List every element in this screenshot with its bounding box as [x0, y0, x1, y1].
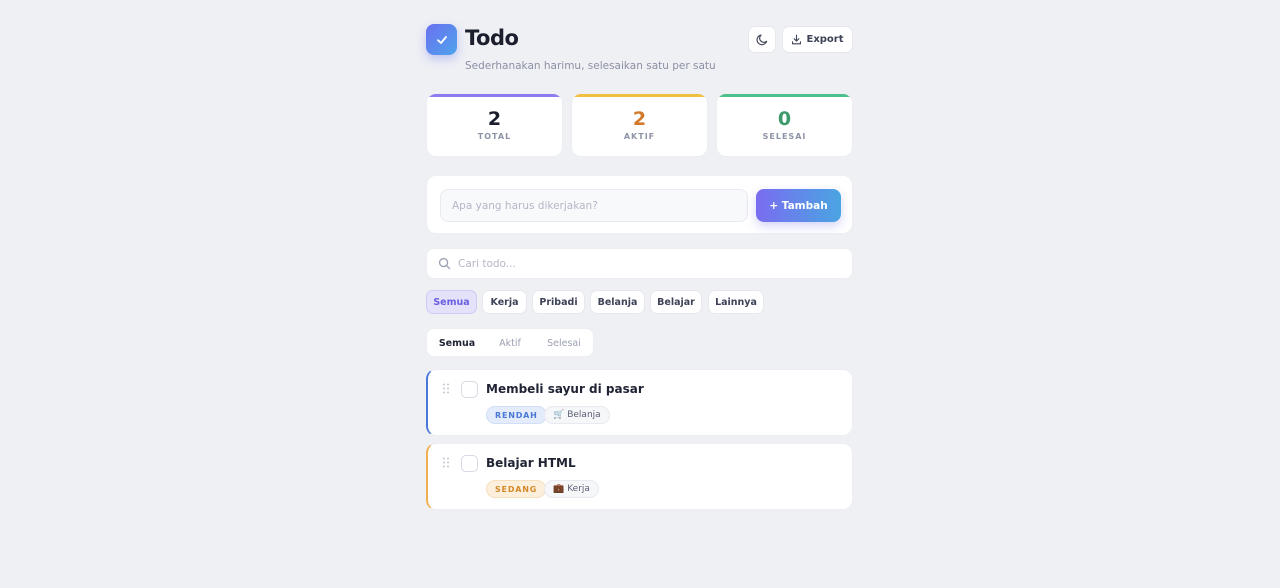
category-filter: Semua Kerja Pribadi Belanja Belajar Lain… — [426, 290, 853, 314]
stat-active: 2 AKTIF — [571, 93, 708, 157]
todo-checkbox[interactable] — [461, 381, 478, 398]
status-tabs: Semua Aktif Selesai — [426, 328, 594, 357]
category-chip-semua[interactable]: Semua — [426, 290, 477, 314]
todo-title: Membeli sayur di pasar — [486, 382, 644, 396]
category-tag: 💼 Kerja — [544, 480, 599, 498]
tab-selesai[interactable]: Selesai — [537, 332, 591, 354]
stat-total-value: 2 — [487, 108, 502, 130]
download-icon — [792, 34, 802, 45]
todo-item: Membeli sayur di pasar RENDAH 🛒 Belanja — [426, 369, 853, 436]
new-todo-input[interactable] — [440, 189, 748, 222]
stat-active-value: 2 — [632, 108, 647, 130]
category-chip-lainnya[interactable]: Lainnya — [708, 290, 764, 314]
todo-item: Belajar HTML SEDANG 💼 Kerja — [426, 443, 853, 510]
stat-done-label: SELESAI — [762, 132, 807, 141]
todo-checkbox[interactable] — [461, 455, 478, 472]
category-chip-belanja[interactable]: Belanja — [590, 290, 645, 314]
tab-aktif[interactable]: Aktif — [485, 332, 535, 354]
stat-total: 2 TOTAL — [426, 93, 563, 157]
stat-total-label: TOTAL — [477, 132, 512, 141]
page-title: Todo — [465, 26, 519, 50]
stat-active-label: AKTIF — [623, 132, 656, 141]
category-chip-belajar[interactable]: Belajar — [650, 290, 702, 314]
search-input[interactable] — [458, 249, 838, 278]
export-button[interactable]: Export — [782, 26, 853, 53]
drag-handle-icon[interactable] — [442, 457, 450, 468]
moon-icon — [755, 34, 767, 46]
category-tag: 🛒 Belanja — [544, 406, 610, 424]
export-label: Export — [806, 34, 844, 45]
search-bar — [426, 248, 853, 279]
header: Todo Sederhanakan harimu, selesaikan sat… — [426, 24, 853, 74]
add-todo-card: + Tambah — [426, 175, 853, 234]
category-chip-kerja[interactable]: Kerja — [482, 290, 527, 314]
page-subtitle: Sederhanakan harimu, selesaikan satu per… — [465, 60, 716, 72]
search-icon — [438, 257, 451, 270]
stats-row: 2 TOTAL 2 AKTIF 0 SELESAI — [426, 93, 853, 157]
stat-done: 0 SELESAI — [716, 93, 853, 157]
briefcase-icon: 💼 — [553, 484, 565, 494]
tab-semua[interactable]: Semua — [431, 332, 483, 354]
category-tag-label: Kerja — [567, 484, 590, 494]
cart-icon: 🛒 — [553, 410, 565, 420]
logo — [426, 24, 457, 55]
add-todo-button[interactable]: + Tambah — [756, 189, 841, 222]
stat-done-value: 0 — [777, 108, 792, 130]
todo-app: Todo Sederhanakan harimu, selesaikan sat… — [426, 24, 853, 510]
check-icon — [436, 35, 447, 44]
category-tag-label: Belanja — [567, 410, 601, 420]
drag-handle-icon[interactable] — [442, 383, 450, 394]
priority-badge: RENDAH — [486, 406, 547, 424]
priority-badge: SEDANG — [486, 480, 547, 498]
category-chip-pribadi[interactable]: Pribadi — [532, 290, 585, 314]
theme-toggle-button[interactable] — [748, 26, 776, 53]
todo-title: Belajar HTML — [486, 456, 576, 470]
